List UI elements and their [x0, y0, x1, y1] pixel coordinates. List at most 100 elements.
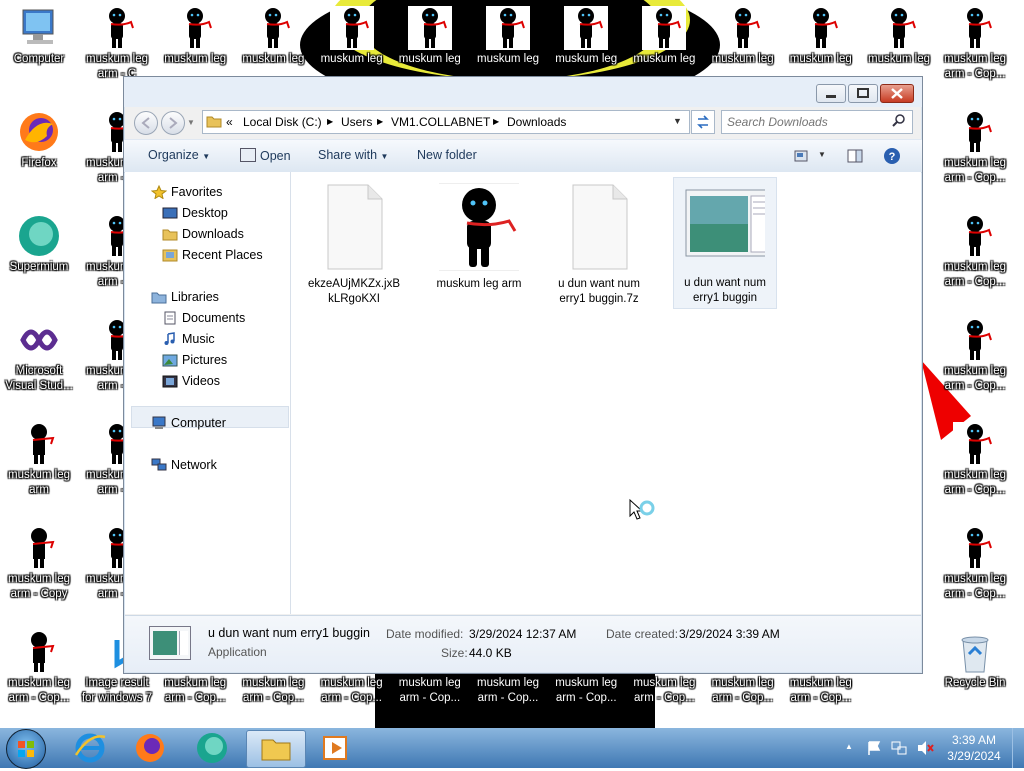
breadcrumb-separator-icon[interactable]: ▶ [493, 117, 499, 126]
taskbar-media-player[interactable] [318, 731, 354, 765]
music-icon [162, 332, 178, 346]
desktop-icon-visual-studio[interactable]: Microsoft Visual Stud... [0, 312, 78, 408]
file-item[interactable]: u dun want num erry1 buggin.7z [548, 181, 650, 307]
desktop-icon-muskum[interactable]: muskum leg arm - Cop... [936, 0, 1014, 96]
change-view-icon[interactable] [794, 150, 808, 165]
file-name-line: u dun want num [558, 278, 640, 290]
blank-file-icon [314, 183, 394, 271]
nav-network[interactable]: Network [151, 458, 217, 472]
breadcrumb-user-folder[interactable]: VM1.COLLABNET [391, 115, 490, 129]
details-modified-value: 3/29/2024 12:37 AM [469, 627, 577, 641]
open-button[interactable]: Open [240, 148, 291, 163]
recycle-bin-icon [953, 630, 997, 674]
breadcrumb-overflow[interactable]: « [226, 115, 233, 129]
desktop-icon-recycle-bin[interactable]: Recycle Bin [936, 624, 1014, 720]
windows-logo-icon [18, 741, 34, 757]
application-icon [685, 186, 777, 274]
stick-figure-icon [173, 6, 218, 50]
computer-icon [151, 416, 167, 430]
visual-studio-icon [17, 318, 61, 362]
address-dropdown-icon[interactable]: ▼ [673, 116, 682, 126]
search-box[interactable] [721, 110, 913, 134]
supermium-icon [17, 214, 61, 258]
stick-figure-icon [17, 526, 61, 570]
nav-music[interactable]: Music [164, 332, 215, 346]
desktop-icon-muskum[interactable]: muskum leg arm - Cop... [936, 312, 1014, 408]
file-item[interactable]: muskum leg arm [428, 181, 530, 307]
desktop-icon-muskum-copy[interactable]: muskum leg arm - Copy [0, 520, 78, 616]
start-button[interactable] [6, 729, 46, 769]
new-folder-button[interactable]: New folder [417, 148, 477, 162]
nav-pictures[interactable]: Pictures [162, 353, 227, 367]
preview-pane-icon[interactable] [847, 149, 863, 166]
breadcrumb-local-disk[interactable]: Local Disk (C:) [243, 115, 322, 129]
stick-figure-icon [953, 318, 997, 362]
share-with-button[interactable]: Share with ▼ [318, 148, 388, 162]
explorer-window[interactable]: ▼ « Local Disk (C:) ▶ Users ▶ VM1.COLLAB… [123, 76, 923, 674]
nav-computer[interactable]: Computer [152, 416, 226, 430]
breadcrumb-separator-icon[interactable]: ▶ [377, 117, 383, 126]
nav-favorites[interactable]: Favorites [150, 184, 222, 200]
nav-documents[interactable]: Documents [164, 311, 245, 325]
desktop-icon [162, 206, 178, 220]
desktop-icon-muskum-cop[interactable]: muskum leg arm - Cop... [0, 624, 78, 720]
nav-downloads[interactable]: Downloads [162, 227, 244, 241]
stick-figure-icon [486, 6, 530, 50]
view-options-chevron-icon[interactable]: ▼ [818, 150, 826, 159]
media-player-icon [323, 736, 347, 760]
desktop-icon-muskum[interactable]: muskum leg arm - Cop... [936, 208, 1014, 304]
taskbar-explorer[interactable] [246, 730, 306, 768]
maximize-button[interactable] [848, 84, 878, 103]
stick-figure-icon [329, 6, 374, 50]
breadcrumb-separator-icon[interactable]: ▶ [327, 117, 333, 126]
details-modified-label: Date modified: [386, 627, 464, 641]
recent-pages-chevron-icon[interactable]: ▼ [187, 118, 195, 127]
file-name-line: erry1 buggin [693, 292, 757, 304]
refresh-button[interactable] [691, 110, 715, 134]
desktop-icon-muskum[interactable]: muskum leg arm - Cop... [936, 520, 1014, 616]
file-name-line: erry1 buggin.7z [559, 293, 639, 305]
search-input[interactable] [725, 113, 889, 131]
taskbar-supermium[interactable] [194, 731, 230, 765]
archive-file-icon [559, 183, 639, 271]
desktop-icon-supermium[interactable]: Supermium [0, 208, 78, 304]
desktop-icon-computer[interactable]: Computer [0, 0, 78, 96]
file-item-selected[interactable]: u dun want num erry1 buggin [673, 177, 777, 309]
help-icon[interactable]: ? [883, 147, 901, 168]
address-breadcrumb[interactable]: « Local Disk (C:) ▶ Users ▶ VM1.COLLABNE… [202, 110, 690, 134]
desktop-icon-firefox[interactable]: Firefox [0, 104, 78, 200]
network-tray-icon[interactable] [891, 740, 907, 759]
close-button[interactable] [880, 84, 914, 103]
show-hidden-icons-icon[interactable]: ▲ [845, 742, 853, 751]
nav-desktop[interactable]: Desktop [162, 206, 228, 220]
details-pane: u dun want num erry1 buggin Application … [125, 615, 921, 672]
forward-button[interactable] [161, 111, 185, 135]
volume-muted-icon[interactable] [916, 740, 934, 759]
show-desktop-button[interactable] [1012, 728, 1024, 768]
minimize-button[interactable] [816, 84, 846, 103]
stick-figure-icon [953, 422, 997, 466]
app-window-icon [240, 148, 256, 162]
window-title-bar[interactable] [124, 77, 922, 107]
nav-videos[interactable]: Videos [162, 374, 220, 388]
taskbar-firefox[interactable] [132, 731, 168, 765]
clock[interactable]: 3:39 AM 3/29/2024 [944, 732, 1004, 764]
downloads-folder-icon [162, 227, 178, 241]
clock-date: 3/29/2024 [947, 749, 1001, 763]
action-center-flag-icon[interactable] [866, 740, 882, 759]
stick-figure-icon [953, 110, 997, 154]
desktop-icon-muskum[interactable]: muskum leg arm [0, 416, 78, 512]
breadcrumb-downloads[interactable]: Downloads [507, 115, 566, 129]
desktop-icon-muskum[interactable]: muskum leg arm - Cop... [936, 416, 1014, 512]
busy-cursor-icon [628, 498, 658, 527]
nav-recent-places[interactable]: Recent Places [162, 248, 263, 262]
nav-libraries[interactable]: Libraries [151, 290, 219, 304]
back-button[interactable] [134, 111, 158, 135]
organize-button[interactable]: Organize ▼ [148, 148, 210, 162]
breadcrumb-users[interactable]: Users [341, 115, 372, 129]
desktop-icon-muskum[interactable]: muskum leg arm - Cop... [936, 104, 1014, 200]
svg-text:?: ? [889, 151, 896, 163]
search-icon[interactable] [892, 114, 906, 131]
taskbar-internet-explorer[interactable] [72, 731, 108, 765]
file-item[interactable]: ekzeAUjMKZx.jxB kLRgoKXI [303, 181, 405, 307]
